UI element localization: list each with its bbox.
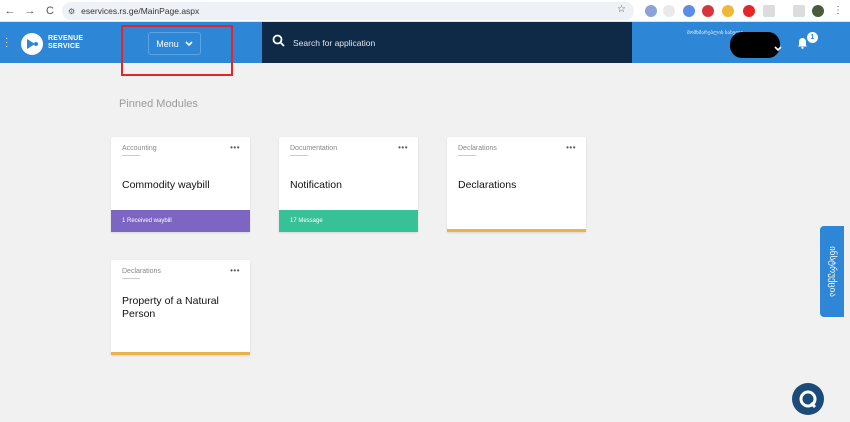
card-accent-bar [447,229,586,232]
menu-highlight-box [121,25,233,76]
site-settings-icon[interactable]: ⚙ [68,7,75,16]
card-title: Notification [290,179,342,191]
card-options-icon[interactable]: ••• [230,266,240,275]
card-category: Documentation [290,145,338,152]
extension-abp-icon[interactable] [702,5,714,17]
revenue-service-logo-icon[interactable] [21,33,43,55]
logo-text: REVENUE SERVICE [48,35,83,51]
card-footer-status[interactable]: 1 Received waybill [111,210,250,232]
module-card-declarations[interactable]: Declarations ••• Declarations [447,137,586,232]
search-input[interactable] [293,37,593,48]
module-card-notification[interactable]: Documentation ••• Notification 17 Messag… [279,137,418,232]
extension-puzzle-icon[interactable] [722,5,734,17]
logo-line2: SERVICE [48,43,81,50]
extensions-menu-icon[interactable] [763,5,775,17]
card-options-icon[interactable]: ••• [230,143,240,152]
card-title: Commodity waybill [122,179,210,191]
card-divider [458,155,476,156]
card-options-icon[interactable]: ••• [398,143,408,152]
url-text: eservices.rs.ge/MainPage.aspx [81,6,200,16]
side-tab-label: ინსტრუქცია [827,246,838,297]
forward-icon[interactable]: → [20,0,40,22]
card-category: Declarations [122,268,161,275]
search-bar [262,22,632,63]
bookmark-star-icon[interactable]: ☆ [617,4,626,15]
apps-grid-icon[interactable]: · · · [5,34,8,52]
instruction-side-tab[interactable]: ინსტრუქცია [820,226,844,317]
profile-avatar[interactable] [812,5,824,17]
extension-shield-icon[interactable] [645,5,657,17]
reload-icon[interactable]: C [40,0,60,22]
extension-o-icon[interactable] [743,5,755,17]
card-title: Declarations [458,179,517,191]
extension-check-icon[interactable] [683,5,695,17]
logo-line1: REVENUE [48,35,84,42]
search-icon[interactable] [272,34,285,52]
user-account-dropdown[interactable] [730,32,780,58]
address-bar[interactable]: ⚙ eservices.rs.ge/MainPage.aspx ☆ [62,2,634,20]
chat-support-icon[interactable] [792,383,824,415]
card-category: Declarations [458,145,497,152]
card-title: Property of a Natural Person [122,295,219,320]
module-card-property-natural-person[interactable]: Declarations ••• Property of a Natural P… [111,260,250,355]
card-category: Accounting [122,145,157,152]
back-icon[interactable]: ← [0,0,20,22]
extension-icon[interactable] [663,5,675,17]
browser-toolbar: ← → C ⚙ eservices.rs.ge/MainPage.aspx ☆ … [0,0,850,22]
browser-menu-icon[interactable]: ⋮ [832,5,844,17]
card-accent-bar [111,352,250,355]
card-divider [290,155,308,156]
card-divider [122,278,140,279]
card-footer-status[interactable]: 17 Message [279,210,418,232]
section-title: Pinned Modules [119,98,198,110]
notification-badge: 1 [807,32,818,43]
reading-list-icon[interactable] [793,5,805,17]
card-options-icon[interactable]: ••• [566,143,576,152]
card-divider [122,155,140,156]
module-card-commodity-waybill[interactable]: Accounting ••• Commodity waybill 1 Recei… [111,137,250,232]
user-chevron-down-icon[interactable] [774,39,782,57]
